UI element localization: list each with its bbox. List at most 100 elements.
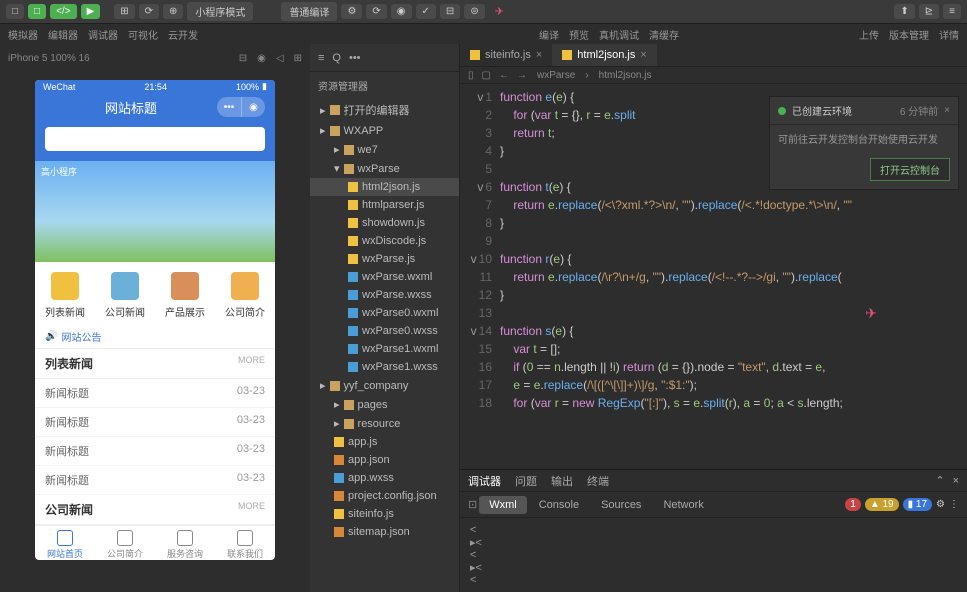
more-icon[interactable]: ••• — [349, 52, 361, 64]
more-link[interactable]: MORE — [238, 355, 265, 372]
gear-icon[interactable]: ⚙ — [936, 499, 945, 510]
dbg-top-tab[interactable]: 输出 — [551, 473, 573, 489]
dbg-body[interactable]: <▸< <▸< < — [460, 518, 967, 592]
list-item[interactable]: 新闻标题03-23 — [35, 437, 275, 466]
dbg-tab-network[interactable]: Network — [653, 496, 713, 514]
tree-item[interactable]: wxParse1.wxss — [310, 358, 459, 376]
tree-item[interactable]: ▸ we7 — [310, 140, 459, 159]
version-label[interactable]: 版本管理 — [889, 27, 929, 42]
upload-label[interactable]: 上传 — [859, 27, 879, 42]
banner[interactable]: 高小程序 — [35, 161, 275, 262]
dbg-tab-sources[interactable]: Sources — [591, 496, 651, 514]
dbg-top-tab[interactable]: 调试器 — [468, 473, 501, 489]
tree-item[interactable]: ▸ resource — [310, 414, 459, 433]
tb-btn[interactable]: ▶ — [81, 4, 101, 19]
close-icon[interactable]: × — [640, 49, 646, 61]
nav-item[interactable]: 公司新闻 — [95, 272, 155, 319]
collapse-icon[interactable]: ⌃ — [935, 474, 944, 487]
inspect-icon[interactable]: ⊡ — [468, 498, 477, 511]
clear-cache-btn[interactable]: 清缓存 — [649, 27, 679, 42]
tree-item[interactable]: wxParse1.wxml — [310, 340, 459, 358]
tb-btn[interactable]: ✓ — [416, 4, 436, 19]
tab-debugger[interactable]: 调试器 — [88, 27, 118, 42]
tb-btn[interactable]: ⊕ — [163, 4, 183, 19]
tree-item[interactable]: wxParse.wxml — [310, 268, 459, 286]
bookmark-icon[interactable]: ▢ — [482, 70, 491, 81]
tab-editor[interactable]: 编辑器 — [48, 27, 78, 42]
tabbar-item[interactable]: 联系我们 — [215, 526, 275, 560]
tb-btn[interactable]: □ — [28, 4, 46, 19]
detail-btn[interactable]: ≡ — [943, 4, 961, 19]
compile-btn[interactable]: 编译 — [539, 27, 559, 42]
remote-debug-btn[interactable]: 真机调试 — [599, 27, 639, 42]
tb-btn[interactable]: ⟳ — [139, 4, 159, 19]
tree-item[interactable]: showdown.js — [310, 214, 459, 232]
dbg-tab-wxml[interactable]: Wxml — [479, 496, 527, 514]
tree-item[interactable]: app.js — [310, 433, 459, 451]
tree-item[interactable]: wxParse0.wxss — [310, 322, 459, 340]
tree-item[interactable]: html2json.js — [310, 178, 459, 196]
crumb[interactable]: html2json.js — [599, 70, 652, 81]
tree-item[interactable]: wxParse.wxss — [310, 286, 459, 304]
menu-icon[interactable]: ≡ — [318, 52, 324, 64]
dbg-tab-console[interactable]: Console — [529, 496, 589, 514]
tab-visual[interactable]: 可视化 — [128, 27, 158, 42]
open-cloud-button[interactable]: 打开云控制台 — [870, 158, 950, 181]
tab-cloud[interactable]: 云开发 — [168, 27, 198, 42]
tree-item[interactable]: htmlparser.js — [310, 196, 459, 214]
list-item[interactable]: 新闻标题03-23 — [35, 466, 275, 495]
list-item[interactable]: 新闻标题03-23 — [35, 408, 275, 437]
tree-item[interactable]: ▸ 打开的编辑器 — [310, 99, 459, 121]
crumb[interactable]: wxParse — [537, 70, 575, 81]
nav-item[interactable]: 列表新闻 — [35, 272, 95, 319]
close-icon[interactable]: × — [953, 475, 959, 487]
tb-btn[interactable]: □ — [6, 4, 24, 19]
tb-btn[interactable]: ⊞ — [114, 4, 134, 19]
tab-simulator[interactable]: 模拟器 — [8, 27, 38, 42]
tree-item[interactable]: wxParse.js — [310, 250, 459, 268]
tree-item[interactable]: ▾ wxParse — [310, 159, 459, 178]
info-badge[interactable]: ▮ 17 — [903, 498, 932, 511]
sim-icon[interactable]: ◁ — [276, 53, 284, 64]
tb-btn[interactable]: </> — [50, 4, 76, 19]
more-link[interactable]: MORE — [238, 501, 265, 518]
detail-label[interactable]: 详情 — [939, 27, 959, 42]
error-badge[interactable]: 1 — [845, 498, 861, 511]
tree-item[interactable]: wxDiscode.js — [310, 232, 459, 250]
sim-icon[interactable]: ⊞ — [294, 53, 302, 64]
list-item[interactable]: 新闻标题03-23 — [35, 379, 275, 408]
upload-btn[interactable]: ⬆ — [894, 4, 914, 19]
back-icon[interactable]: ← — [499, 70, 509, 81]
tree-item[interactable]: app.json — [310, 451, 459, 469]
more-icon[interactable]: ⋮ — [949, 499, 959, 510]
nav-item[interactable]: 公司简介 — [215, 272, 275, 319]
tree-item[interactable]: project.config.json — [310, 487, 459, 505]
warn-badge[interactable]: ▲ 19 — [865, 498, 899, 511]
close-icon[interactable]: × — [944, 105, 950, 116]
tb-btn[interactable]: ◉ — [391, 4, 412, 19]
tabbar-item[interactable]: 公司简介 — [95, 526, 155, 560]
tree-item[interactable]: sitemap.json — [310, 523, 459, 541]
tree-item[interactable]: ▸ WXAPP — [310, 121, 459, 140]
tb-btn[interactable]: ⊟ — [440, 4, 460, 19]
compile-select[interactable]: 普通编译 — [281, 2, 337, 21]
sim-icon[interactable]: ⊟ — [239, 53, 247, 64]
dbg-top-tab[interactable]: 问题 — [515, 473, 537, 489]
sim-icon[interactable]: ◉ — [257, 53, 266, 64]
tree-item[interactable]: wxParse0.wxml — [310, 304, 459, 322]
search-input[interactable] — [45, 127, 265, 151]
editor-tab[interactable]: html2json.js× — [552, 44, 657, 66]
fwd-icon[interactable]: → — [517, 70, 527, 81]
version-btn[interactable]: ⊵ — [919, 4, 939, 19]
capsule-menu[interactable]: •••◉ — [217, 97, 265, 117]
close-icon[interactable]: × — [536, 49, 542, 61]
dbg-top-tab[interactable]: 终端 — [587, 473, 609, 489]
editor-tab[interactable]: siteinfo.js× — [460, 44, 552, 66]
mode-select[interactable]: 小程序模式 — [187, 2, 253, 21]
tabbar-item[interactable]: 服务咨询 — [155, 526, 215, 560]
search-icon[interactable]: Q — [332, 52, 341, 64]
tree-item[interactable]: siteinfo.js — [310, 505, 459, 523]
tb-btn[interactable]: ⚙ — [341, 4, 362, 19]
tb-btn[interactable]: ⊜ — [464, 4, 484, 19]
tree-item[interactable]: ▸ pages — [310, 395, 459, 414]
